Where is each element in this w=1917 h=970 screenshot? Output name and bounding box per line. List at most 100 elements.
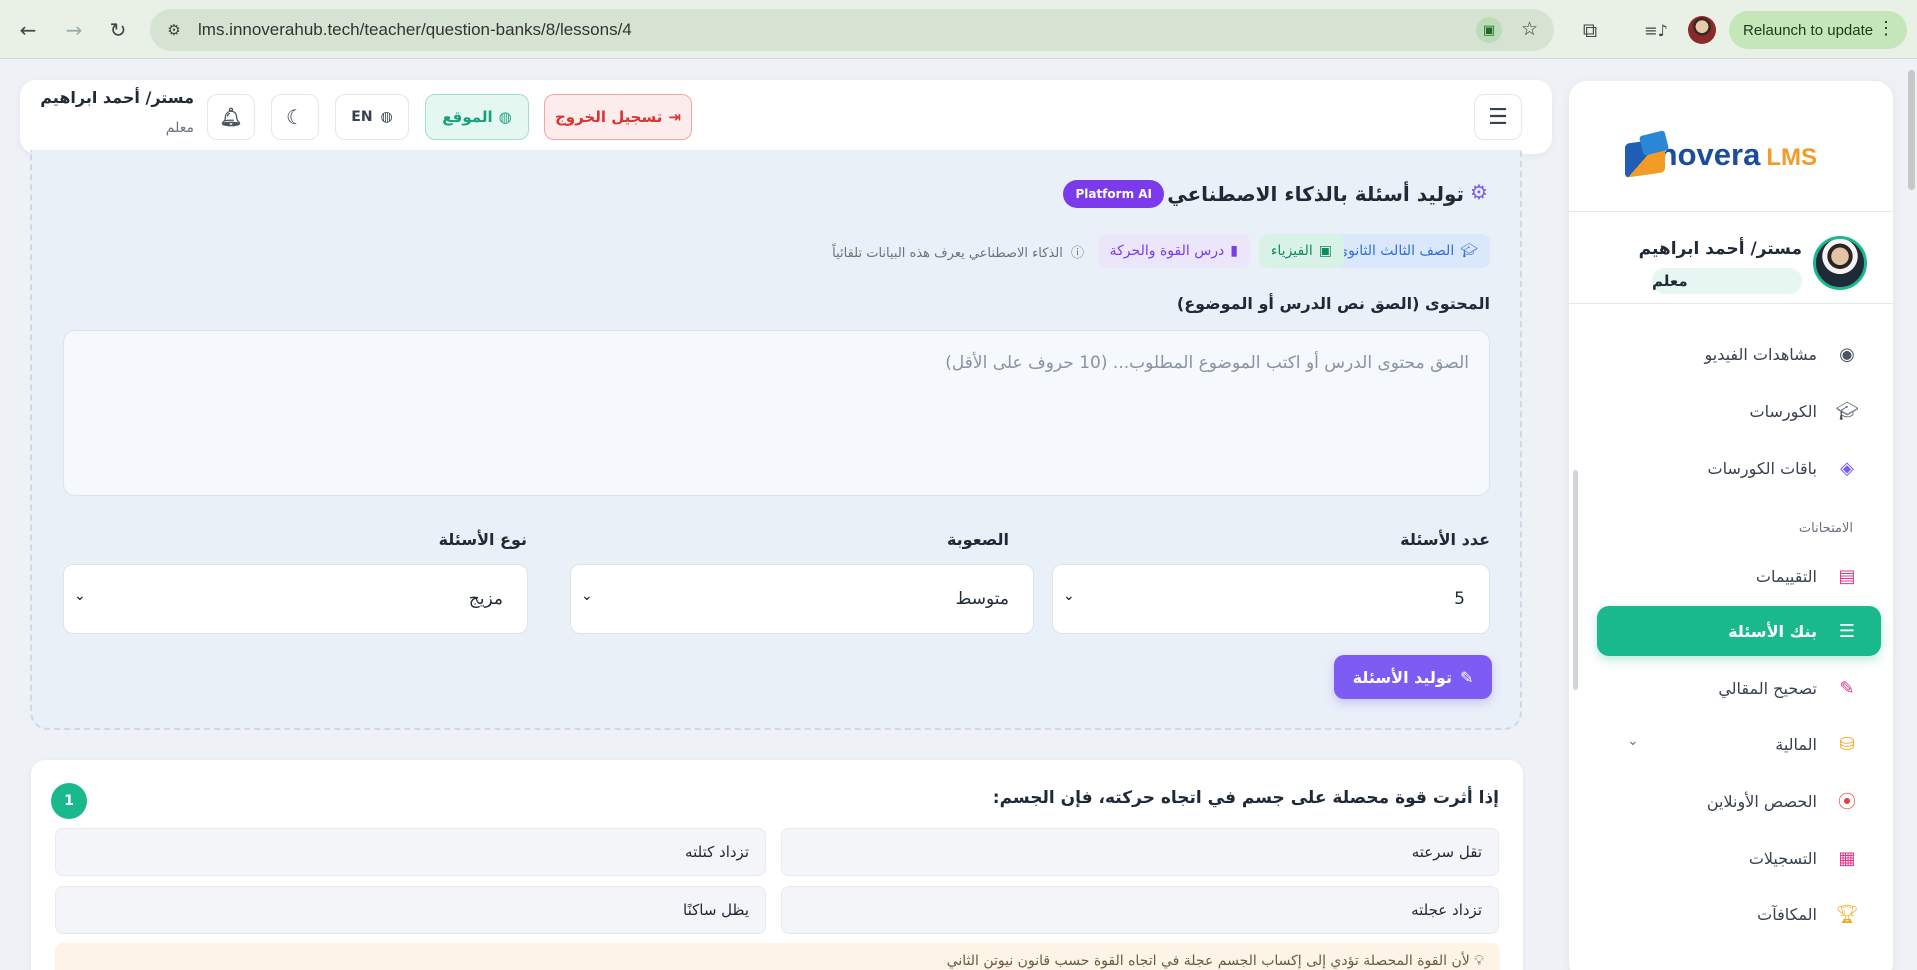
eye-icon: ◉ <box>1839 343 1855 365</box>
lesson-tag-label: درس القوة والحركة <box>1109 243 1225 259</box>
content-textarea[interactable]: الصق محتوى الدرس أو اكتب الموضوع المطلوب… <box>63 330 1490 496</box>
book-icon: ▣ <box>1318 243 1332 259</box>
globe-icon: ◍ <box>498 108 512 126</box>
url-text[interactable]: lms.innoverahub.tech/teacher/question-ba… <box>198 20 632 40</box>
question-text: إذا أثرت قوة محصلة على جسم في اتجاه حركت… <box>992 788 1499 808</box>
sidebar-item-courses[interactable]: الكورسات 🎓︎ <box>1597 386 1881 436</box>
sidebar-item-label: الحصص الأونلاين <box>1706 791 1817 811</box>
difficulty-select[interactable]: متوسط ⌄ <box>570 564 1034 634</box>
logout-button[interactable]: تسجيل الخروج ⇥ <box>544 94 692 140</box>
site-button[interactable]: الموقع ◍ <box>425 94 529 140</box>
option-label: تقل سرعته <box>1411 843 1482 861</box>
sidebar-item-label: الكورسات <box>1749 401 1818 421</box>
option-1[interactable]: تقل سرعته <box>781 828 1499 876</box>
more-menu-icon[interactable]: ⋮ <box>1877 18 1895 39</box>
sidebar-item-question-bank[interactable]: بنك الأسئلة ☰ <box>1597 606 1881 656</box>
option-label: تزداد كتلته <box>685 843 749 861</box>
database-icon: ☰ <box>1838 620 1856 642</box>
generate-label: توليد الأسئلة <box>1352 667 1452 687</box>
page-scrollbar[interactable] <box>1908 70 1915 190</box>
question-type-value: مزيج <box>468 589 503 609</box>
relaunch-button[interactable]: Relaunch to update ⋮ <box>1729 11 1907 49</box>
extensions-icon[interactable]: ⧉ <box>1574 14 1606 46</box>
divider <box>1569 211 1893 212</box>
back-icon[interactable]: ← <box>12 14 44 46</box>
globe-icon: ◍ <box>380 109 393 125</box>
sidebar-profile-role: معلم <box>1652 268 1802 294</box>
option-2[interactable]: تزداد كتلته <box>55 828 766 876</box>
grade-tag-label: الصف الثالث الثانوي <box>1337 243 1455 259</box>
note-text: الذكاء الاصطناعي يعرف هذه البيانات تلقائ… <box>832 246 1063 261</box>
chevron-down-icon: ⌄ <box>1627 733 1639 749</box>
explanation-box: 💡︎ لأن القوة المحصلة تؤدي إلى إكساب الجس… <box>55 943 1500 970</box>
content-placeholder: الصق محتوى الدرس أو اكتب الموضوع المطلوب… <box>945 353 1469 373</box>
option-4[interactable]: يظل ساكنًا <box>55 886 766 934</box>
forward-icon[interactable]: → <box>58 14 90 46</box>
sidebar-item-course-bundles[interactable]: باقات الكورسات ◈ <box>1597 443 1881 493</box>
question-card: 1 إذا أثرت قوة محصلة على جسم في اتجاه حر… <box>31 760 1523 970</box>
ai-panel-title: توليد أسئلة بالذكاء الاصطناعي <box>1167 182 1464 206</box>
sidebar-section-exams: الامتحانات <box>1798 521 1853 536</box>
generate-questions-button[interactable]: ✎ توليد الأسئلة <box>1334 655 1492 699</box>
subject-tag-label: الفيزياء <box>1270 243 1313 259</box>
notifications-button[interactable]: 🔔︎ <box>207 94 255 140</box>
install-app-icon[interactable]: ▣ <box>1476 17 1502 43</box>
option-label: تزداد عجلته <box>1411 901 1482 919</box>
site-info-icon[interactable]: ⚙ <box>164 20 184 40</box>
sidebar-item-label: المالية <box>1775 734 1817 754</box>
menu-toggle-button[interactable]: ☰ <box>1474 94 1522 140</box>
coins-icon: ⛁ <box>1839 733 1855 755</box>
sidebar-item-label: بنك الأسئلة <box>1728 621 1817 641</box>
sidebar-item-label: باقات الكورسات <box>1707 458 1818 478</box>
question-number-badge: 1 <box>51 783 87 819</box>
question-count-select[interactable]: 5 ⌄ <box>1052 564 1490 634</box>
avatar <box>1813 236 1867 290</box>
sidebar-item-label: التقييمات <box>1755 566 1817 586</box>
sidebar-item-label: التسجيلات <box>1748 848 1817 868</box>
sidebar-item-rewards[interactable]: المكافآت 🏆︎ <box>1597 889 1881 939</box>
robot-icon: ⚙ <box>1470 180 1488 204</box>
info-icon: ⓘ <box>1070 246 1084 261</box>
browser-profile-avatar[interactable] <box>1688 16 1716 44</box>
media-controls-icon[interactable]: ≡♪ <box>1640 14 1672 46</box>
platform-ai-badge: Platform AI <box>1063 180 1164 208</box>
logo-mark-icon <box>1617 130 1670 179</box>
film-icon: ▦ <box>1838 847 1856 869</box>
moon-icon: ☾ <box>286 105 304 129</box>
sidebar-scrollbar[interactable] <box>1573 470 1578 690</box>
header-user-name: مستر/ أحمد ابراهيم <box>40 88 194 107</box>
brand-logo[interactable]: Innovera LMS <box>1617 125 1817 185</box>
reload-icon[interactable]: ↻ <box>102 14 134 46</box>
theme-toggle-button[interactable]: ☾ <box>271 94 319 140</box>
trophy-icon: 🏆︎ <box>1835 903 1859 925</box>
sidebar-item-essay-grading[interactable]: تصحيح المقالي ✎ <box>1597 663 1881 713</box>
sidebar-item-video-views[interactable]: مشاهدات الفيديو ◉ <box>1597 329 1881 379</box>
lesson-tag: ▮ درس القوة والحركة <box>1097 234 1250 268</box>
graduation-cap-icon: 🎓︎ <box>1460 243 1478 259</box>
sidebar: Innovera LMS مستر/ أحمد ابراهيم معلم مشاه… <box>1569 81 1893 970</box>
graduation-cap-icon: 🎓︎ <box>1835 400 1859 422</box>
sidebar-item-recordings[interactable]: التسجيلات ▦ <box>1597 833 1881 883</box>
lightbulb-icon: 💡︎ <box>1474 953 1484 969</box>
layers-icon: ◈ <box>1840 457 1854 479</box>
hamburger-icon: ☰ <box>1488 104 1508 130</box>
sidebar-item-assessments[interactable]: التقييمات ▤ <box>1597 551 1881 601</box>
lang-label: EN <box>351 109 373 125</box>
question-type-select[interactable]: مزيج ⌄ <box>63 564 528 634</box>
sidebar-item-online-sessions[interactable]: الحصص الأونلاين ⦿ <box>1597 776 1881 826</box>
content-label: المحتوى (الصق نص الدرس أو الموضوع) <box>1176 294 1490 313</box>
sidebar-item-label: تصحيح المقالي <box>1718 678 1817 698</box>
clipboard-icon: ▤ <box>1838 565 1856 587</box>
option-3[interactable]: تزداد عجلته <box>781 886 1499 934</box>
subject-tag: ▣ الفيزياء <box>1258 234 1344 268</box>
address-bar[interactable]: ⚙ lms.innoverahub.tech/teacher/question-… <box>150 9 1554 51</box>
language-button[interactable]: EN ◍ <box>335 94 409 140</box>
divider <box>1569 303 1893 304</box>
difficulty-value: متوسط <box>955 589 1009 609</box>
sidebar-item-finance[interactable]: ⌄ المالية ⛁ <box>1597 719 1881 769</box>
broadcast-icon: ⦿ <box>1838 792 1856 813</box>
site-label: الموقع <box>442 108 493 126</box>
logout-label: تسجيل الخروج <box>554 108 663 126</box>
bookmark-star-icon[interactable]: ☆ <box>1521 18 1538 40</box>
sidebar-profile-name: مستر/ أحمد ابراهيم <box>1638 239 1802 259</box>
